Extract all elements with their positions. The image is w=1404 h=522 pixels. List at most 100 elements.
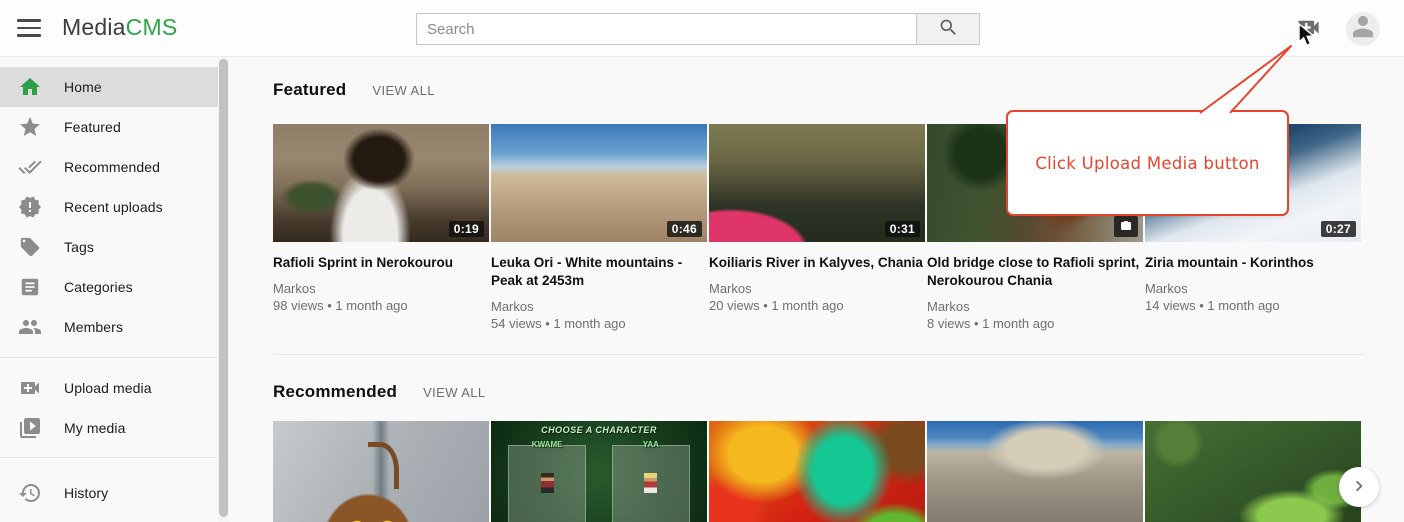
sidebar-item-my-media[interactable]: My media: [0, 408, 218, 448]
media-thumbnail[interactable]: [927, 421, 1143, 522]
search-button[interactable]: [916, 13, 980, 45]
thumbnail-overlay-text: YAA: [612, 440, 690, 449]
media-thumbnail[interactable]: [1145, 421, 1361, 522]
sidebar-item-label: Categories: [64, 279, 133, 295]
logo-cms: CMS: [126, 14, 178, 40]
sidebar-item-label: History: [64, 485, 108, 501]
hamburger-icon: [17, 19, 41, 22]
app-logo[interactable]: MediaCMS: [62, 14, 177, 41]
camera-icon: [1120, 221, 1132, 235]
tag-icon: [18, 235, 42, 259]
carousel-next-button[interactable]: [1339, 467, 1379, 507]
media-title[interactable]: Koiliaris River in Kalyves, Chania: [709, 254, 925, 272]
sidebar-item-members[interactable]: Members: [0, 307, 218, 347]
duration-badge: 0:27: [1321, 221, 1356, 237]
sidebar-item-label: Recommended: [64, 159, 160, 175]
sidebar-item-label: Upload media: [64, 380, 152, 396]
media-meta: 14 views • 1 month ago: [1145, 297, 1361, 314]
sidebar-divider: [0, 457, 218, 458]
media-title[interactable]: Leuka Ori - White mountains - Peak at 24…: [491, 254, 707, 290]
search-bar: [416, 13, 980, 45]
sidebar-scrollbar[interactable]: [218, 57, 229, 522]
media-thumbnail[interactable]: 0:31: [709, 124, 925, 242]
media-card: [273, 421, 489, 522]
media-card: 0:31 Koiliaris River in Kalyves, Chania …: [709, 124, 925, 314]
media-title[interactable]: Old bridge close to Rafioli sprint, Nero…: [927, 254, 1143, 290]
media-author[interactable]: Markos: [273, 280, 489, 297]
media-author[interactable]: Markos: [927, 298, 1143, 315]
sidebar-item-tags[interactable]: Tags: [0, 227, 218, 267]
sidebar-item-history[interactable]: History: [0, 473, 218, 513]
user-avatar-button[interactable]: [1346, 12, 1380, 46]
sidebar-item-label: Recent uploads: [64, 199, 163, 215]
media-meta: 8 views • 1 month ago: [927, 315, 1143, 332]
sidebar-item-recommended[interactable]: Recommended: [0, 147, 218, 187]
chevron-right-icon: [1348, 475, 1370, 500]
sidebar-divider: [0, 357, 218, 358]
media-thumbnail[interactable]: 0:46: [491, 124, 707, 242]
search-input[interactable]: [416, 13, 916, 45]
tooltip-pointer: [1190, 40, 1300, 116]
sidebar-item-label: Tags: [64, 239, 94, 255]
recommended-view-all-link[interactable]: VIEW ALL: [423, 385, 485, 400]
media-card: [709, 421, 925, 522]
home-icon: [18, 75, 42, 99]
menu-button[interactable]: [16, 17, 42, 39]
logo-media: Media: [62, 14, 126, 40]
thumbnail-overlay-text: CHOOSE A CHARACTER: [491, 425, 707, 435]
sidebar-item-label: Home: [64, 79, 102, 95]
media-title[interactable]: Rafioli Sprint in Nerokourou: [273, 254, 489, 272]
media-thumbnail[interactable]: [709, 421, 925, 522]
new-releases-icon: [18, 195, 42, 219]
media-card: CHOOSE A CHARACTER KWAME YAA Selected Se…: [491, 421, 707, 522]
media-thumbnail[interactable]: 0:19: [273, 124, 489, 242]
history-icon: [18, 481, 42, 505]
recommended-row: CHOOSE A CHARACTER KWAME YAA Selected Se…: [273, 421, 1404, 522]
sidebar-item-label: My media: [64, 420, 125, 436]
media-card: [927, 421, 1143, 522]
duration-badge: 0:46: [667, 221, 702, 237]
recommended-section-header: Recommended VIEW ALL: [273, 355, 1404, 402]
section-title: Featured: [273, 80, 346, 100]
game-character-sprite: [541, 473, 554, 493]
search-icon: [938, 17, 959, 41]
sidebar-item-label: Members: [64, 319, 123, 335]
media-card: 0:46 Leuka Ori - White mountains - Peak …: [491, 124, 707, 332]
tooltip-text: Click Upload Media button: [1035, 154, 1259, 173]
double-check-icon: [18, 155, 42, 179]
featured-view-all-link[interactable]: VIEW ALL: [372, 83, 434, 98]
scrollbar-thumb[interactable]: [219, 59, 228, 517]
upload-media-icon: [18, 376, 42, 400]
sidebar-item-label: Featured: [64, 119, 121, 135]
mouse-cursor-icon: [1297, 23, 1317, 49]
my-media-icon: [18, 416, 42, 440]
media-author[interactable]: Markos: [491, 298, 707, 315]
sidebar-item-home[interactable]: Home: [0, 67, 218, 107]
duration-badge: 0:19: [449, 221, 484, 237]
media-thumbnail[interactable]: CHOOSE A CHARACTER KWAME YAA Selected Se…: [491, 421, 707, 522]
sidebar-item-categories[interactable]: Categories: [0, 267, 218, 307]
media-title[interactable]: Ziria mountain - Korinthos: [1145, 254, 1361, 272]
tooltip-click-upload-media: Click Upload Media button: [1006, 110, 1289, 216]
duration-badge: 0:31: [885, 221, 920, 237]
thumbnail-overlay-text: KWAME: [508, 440, 586, 449]
media-author[interactable]: Markos: [1145, 280, 1361, 297]
sidebar-item-featured[interactable]: Featured: [0, 107, 218, 147]
sidebar-item-upload-media[interactable]: Upload media: [0, 368, 218, 408]
user-avatar-icon: [1348, 12, 1378, 46]
photo-badge: [1114, 216, 1138, 237]
media-meta: 20 views • 1 month ago: [709, 297, 925, 314]
section-title: Recommended: [273, 382, 397, 402]
members-icon: [18, 315, 42, 339]
media-thumbnail[interactable]: [273, 421, 489, 522]
star-icon: [18, 115, 42, 139]
categories-icon: [18, 275, 42, 299]
media-meta: 54 views • 1 month ago: [491, 315, 707, 332]
media-meta: 98 views • 1 month ago: [273, 297, 489, 314]
media-card: [1145, 421, 1361, 522]
media-author[interactable]: Markos: [709, 280, 925, 297]
media-card: 0:19 Rafioli Sprint in Nerokourou Markos…: [273, 124, 489, 314]
game-character-sprite: [644, 473, 657, 493]
sidebar-item-recent-uploads[interactable]: Recent uploads: [0, 187, 218, 227]
sidebar: Home Featured Recommended Recent uploads…: [0, 57, 218, 522]
